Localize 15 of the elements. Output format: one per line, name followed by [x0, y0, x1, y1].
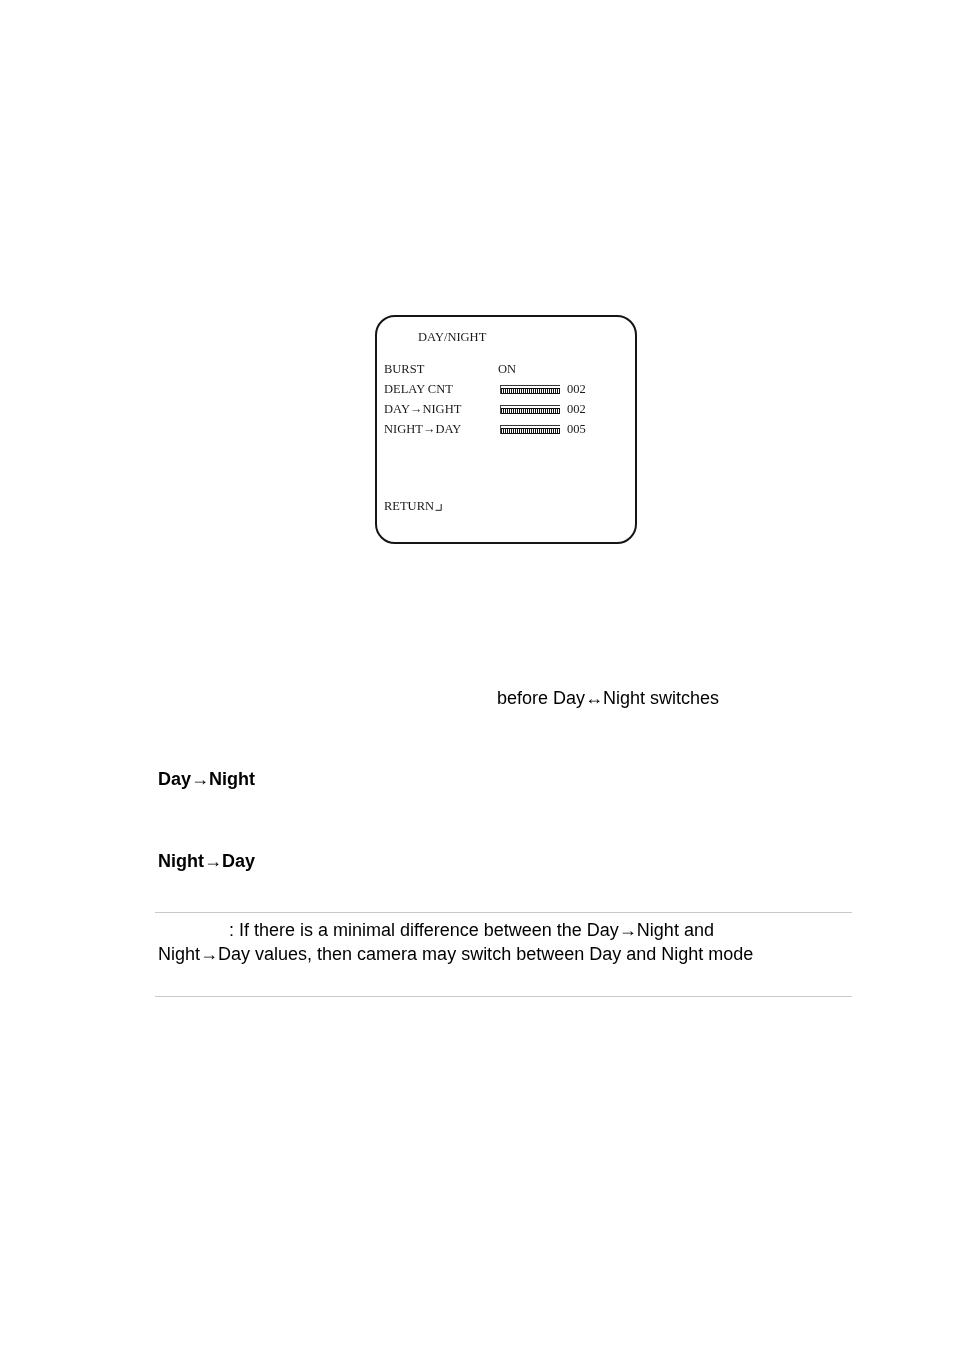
menu-label: DAY→NIGHT — [384, 401, 463, 417]
note-text: : If there is a minimal difference between the Day→Night and Night→Day values, then camera may switch between Day and Night mode — [158, 919, 755, 966]
section-heading: Day→Night — [158, 768, 255, 790]
menu-label: NIGHT→DAY — [384, 421, 463, 437]
menu-label: DELAY CNT — [384, 381, 454, 397]
section-heading: Night→Day — [158, 850, 255, 872]
menu-title: DAY/NIGHT — [418, 329, 488, 345]
caption-text: before Day↔Night switches — [497, 687, 720, 709]
return-label: RETURN — [384, 498, 434, 514]
menu-value: ON — [498, 361, 517, 377]
menu-value: 002 — [567, 401, 586, 417]
menu-label: BURST — [384, 361, 426, 377]
menu-value: 002 — [567, 381, 586, 397]
menu-value: 005 — [567, 421, 586, 437]
return-icon — [435, 504, 442, 511]
